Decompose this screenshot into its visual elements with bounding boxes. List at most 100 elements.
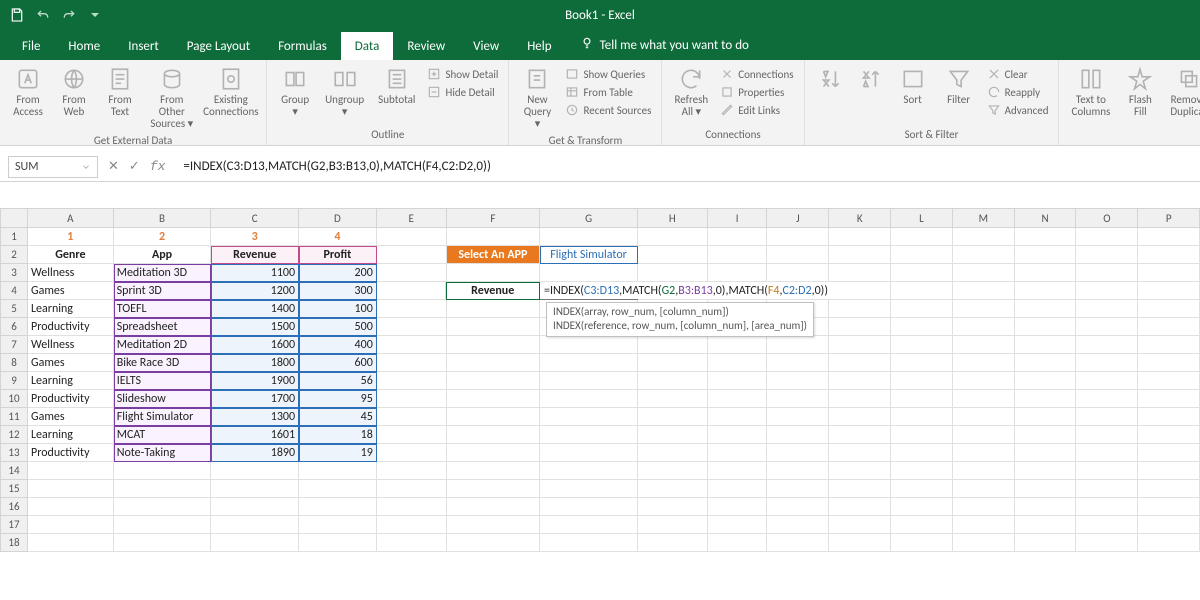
cell[interactable] [891, 354, 953, 372]
from-table-button[interactable]: From Table [563, 84, 653, 100]
row-header[interactable]: 13 [0, 444, 28, 462]
cell[interactable] [829, 462, 891, 480]
cell[interactable] [829, 480, 891, 498]
save-icon[interactable] [8, 6, 26, 24]
row-header[interactable]: 3 [0, 264, 28, 282]
cell[interactable]: Select An APP [447, 246, 541, 264]
cell[interactable]: Games [28, 408, 114, 426]
column-header[interactable]: L [891, 208, 953, 228]
reapply-button[interactable]: Reapply [985, 84, 1051, 100]
cell[interactable] [953, 318, 1015, 336]
cell[interactable]: 1200 [211, 282, 299, 300]
cell[interactable]: Learning [28, 300, 114, 318]
new-query-button[interactable]: New Query ▾ [517, 64, 557, 132]
row-header[interactable]: 8 [0, 354, 28, 372]
cell[interactable] [638, 462, 708, 480]
cell[interactable]: Revenue [211, 246, 299, 264]
cell[interactable]: 500 [299, 318, 377, 336]
cell[interactable]: Games [28, 282, 114, 300]
cell[interactable] [891, 444, 953, 462]
cell[interactable] [829, 318, 891, 336]
cell[interactable] [114, 480, 212, 498]
cell[interactable] [1015, 300, 1077, 318]
row-header[interactable]: 14 [0, 462, 28, 480]
clear-filter-button[interactable]: Clear [985, 66, 1051, 82]
row-header[interactable]: 9 [0, 372, 28, 390]
cell[interactable] [638, 408, 708, 426]
cell[interactable] [1138, 444, 1200, 462]
column-header[interactable]: P [1138, 208, 1200, 228]
cell[interactable] [447, 408, 541, 426]
cell[interactable]: 56 [299, 372, 377, 390]
cell[interactable] [1138, 264, 1200, 282]
cell[interactable] [638, 390, 708, 408]
cell[interactable] [638, 264, 708, 282]
cell[interactable] [377, 318, 447, 336]
cell[interactable]: 1890 [211, 444, 299, 462]
cell[interactable] [638, 336, 708, 354]
subtotal-button[interactable]: Subtotal [374, 64, 419, 108]
cell[interactable] [767, 390, 829, 408]
cell[interactable] [1138, 534, 1200, 552]
tab-data[interactable]: Data [341, 32, 394, 60]
cell[interactable] [1138, 426, 1200, 444]
cell[interactable] [953, 498, 1015, 516]
column-header[interactable]: M [953, 208, 1015, 228]
tab-review[interactable]: Review [393, 32, 459, 60]
row-header[interactable]: 6 [0, 318, 28, 336]
cell[interactable] [1138, 318, 1200, 336]
cell[interactable] [767, 480, 829, 498]
tab-file[interactable]: File [8, 32, 54, 60]
cell[interactable] [447, 516, 541, 534]
cell[interactable] [28, 534, 114, 552]
cell[interactable]: Profit [299, 246, 377, 264]
cell[interactable] [299, 498, 377, 516]
cell[interactable] [540, 264, 638, 282]
cell[interactable] [1138, 498, 1200, 516]
cell[interactable] [28, 480, 114, 498]
cell[interactable] [891, 264, 953, 282]
cell[interactable] [829, 228, 891, 246]
cell[interactable] [829, 426, 891, 444]
filter-button[interactable]: Filter [939, 64, 979, 108]
cell[interactable] [708, 336, 768, 354]
cell[interactable] [891, 228, 953, 246]
cell[interactable] [1076, 462, 1138, 480]
properties-button[interactable]: Properties [718, 84, 795, 100]
cell[interactable]: 1300 [211, 408, 299, 426]
cell[interactable] [829, 534, 891, 552]
cell[interactable]: Revenue [446, 282, 540, 300]
cell[interactable]: 300 [299, 282, 377, 300]
cell[interactable] [708, 372, 768, 390]
cell[interactable] [447, 336, 541, 354]
cell[interactable] [1076, 282, 1138, 300]
cell[interactable] [829, 372, 891, 390]
cell[interactable] [829, 516, 891, 534]
cell[interactable] [1015, 354, 1077, 372]
cell[interactable] [829, 300, 891, 318]
cell[interactable] [1015, 228, 1077, 246]
cell[interactable] [540, 426, 638, 444]
ungroup-button[interactable]: Ungroup ▾ [321, 64, 368, 120]
cell[interactable] [953, 426, 1015, 444]
cell[interactable] [1076, 444, 1138, 462]
from-other-sources-button[interactable]: From Other Sources ▾ [146, 64, 198, 132]
cell[interactable] [377, 426, 447, 444]
cell[interactable]: Slideshow [114, 390, 212, 408]
cell[interactable]: Meditation 3D [114, 264, 212, 282]
cell[interactable]: 1700 [211, 390, 299, 408]
cell[interactable]: MCAT [114, 426, 212, 444]
cell[interactable]: 45 [299, 408, 377, 426]
cell[interactable] [28, 498, 114, 516]
cell[interactable]: 1100 [211, 264, 299, 282]
cell[interactable] [953, 516, 1015, 534]
cell[interactable] [540, 354, 638, 372]
cancel-formula-icon[interactable]: ✕ [108, 159, 119, 174]
cell[interactable] [767, 426, 829, 444]
cell[interactable] [829, 336, 891, 354]
tab-view[interactable]: View [459, 32, 513, 60]
cell[interactable]: 1 [28, 228, 114, 246]
cell[interactable] [377, 336, 447, 354]
cell[interactable] [1076, 318, 1138, 336]
cell[interactable] [211, 462, 299, 480]
